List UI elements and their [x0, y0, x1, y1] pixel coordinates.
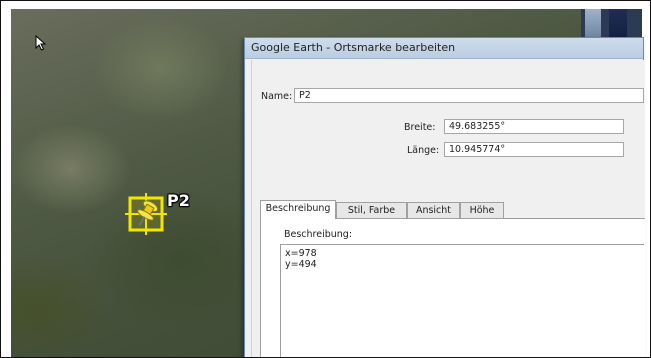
- description-line: x=978: [285, 248, 317, 259]
- longitude-field[interactable]: 10.945774°: [444, 142, 624, 157]
- description-label: Beschreibung:: [284, 229, 353, 240]
- tab-stil-farbe[interactable]: Stil, Farbe: [336, 202, 407, 218]
- screenshot-frame: P2 Google Earth - Ortsmarke bearbeiten N…: [0, 0, 651, 358]
- longitude-label: Länge:: [407, 145, 440, 156]
- tab-ansicht[interactable]: Ansicht: [407, 202, 460, 218]
- description-textarea[interactable]: x=978 y=494: [280, 244, 644, 357]
- latitude-label: Breite:: [404, 122, 436, 133]
- name-field[interactable]: P2: [294, 88, 644, 103]
- placemark-label: P2: [167, 191, 190, 210]
- tab-beschreibung[interactable]: Beschreibung: [260, 200, 336, 219]
- mouse-cursor-icon: [35, 35, 47, 51]
- edit-placemark-dialog: Google Earth - Ortsmarke bearbeiten Name…: [244, 37, 645, 357]
- tab-hoehe[interactable]: Höhe: [460, 202, 504, 218]
- description-line: y=494: [285, 259, 317, 270]
- dialog-title: Google Earth - Ortsmarke bearbeiten: [251, 41, 456, 54]
- latitude-field[interactable]: 49.683255°: [444, 119, 624, 134]
- yellow-pushpin-icon[interactable]: [125, 193, 167, 235]
- name-label: Name:: [261, 91, 293, 102]
- dialog-titlebar[interactable]: Google Earth - Ortsmarke bearbeiten: [245, 38, 643, 59]
- dialog-body: Name: P2 Breite: 49.683255° Länge: 10.94…: [251, 60, 645, 357]
